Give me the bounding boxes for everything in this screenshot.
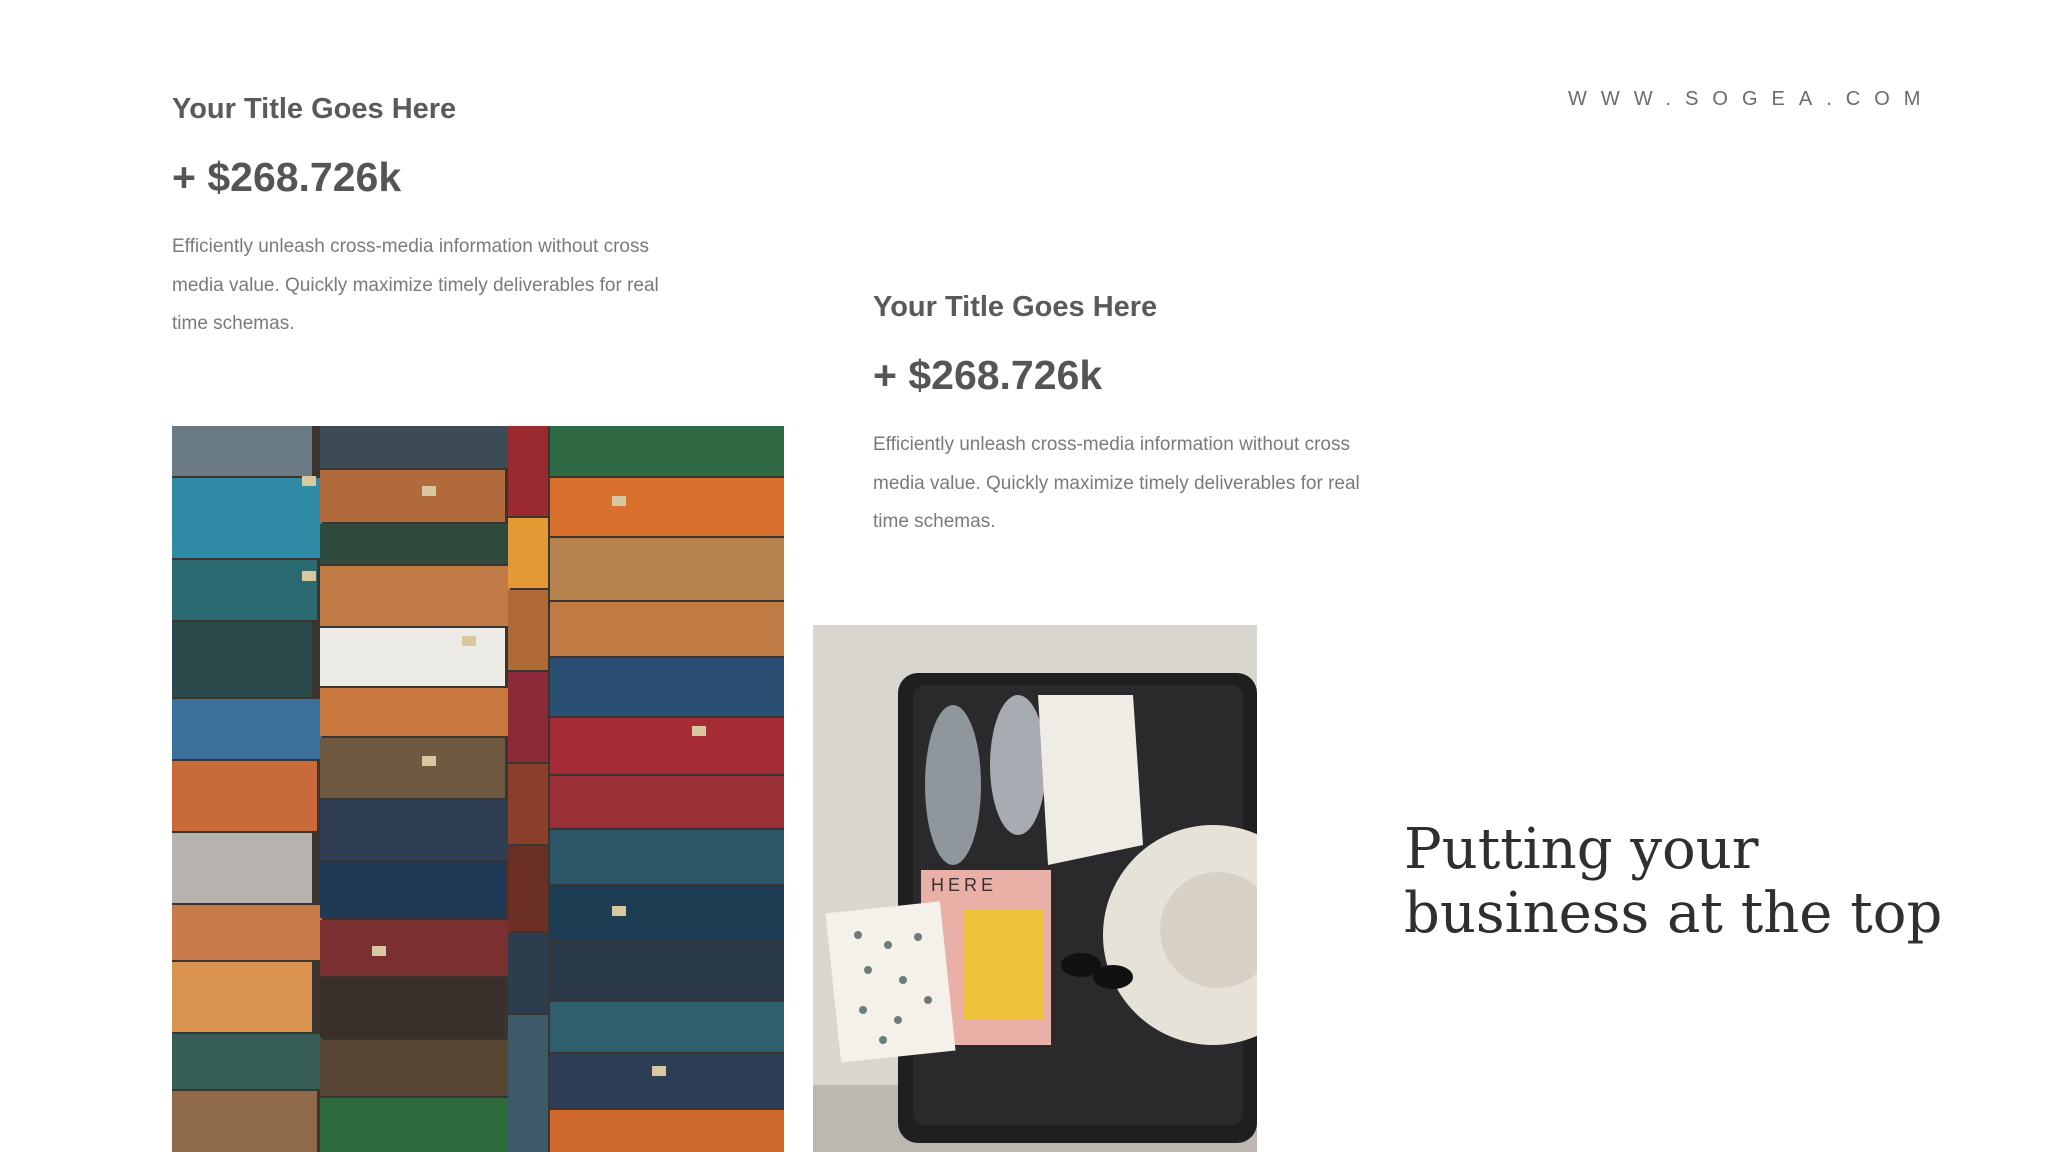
suitcase-column-right <box>550 426 784 1152</box>
luggage-stack-image <box>172 426 784 1152</box>
stat-block-1: Your Title Goes Here + $268.726k Efficie… <box>172 88 732 344</box>
packed-suitcase-photo: HERE <box>813 625 1257 1152</box>
headline: Putting your business at the top <box>1404 818 2004 946</box>
stat-description: Efficiently unleash cross-media informat… <box>172 236 659 334</box>
headline-line-2: business at the top <box>1404 881 1943 946</box>
headline-line-1: Putting your <box>1404 817 1759 882</box>
luggage-stack-photo <box>172 426 784 1152</box>
stat-block-2: Your Title Goes Here + $268.726k Efficie… <box>873 286 1433 542</box>
box-label-text: HERE <box>931 875 997 895</box>
packed-suitcase-image: HERE <box>813 625 1257 1152</box>
suitcase-column-left <box>172 426 322 1152</box>
stat-description: Efficiently unleash cross-media informat… <box>873 434 1360 532</box>
stat-title: Your Title Goes Here <box>172 93 457 125</box>
stat-value: + $268.726k <box>873 352 1103 398</box>
stat-title: Your Title Goes Here <box>873 291 1158 323</box>
website-url: WWW.SOGEA.COM <box>1568 88 1935 110</box>
stat-value: + $268.726k <box>172 154 402 200</box>
suitcase-column-narrow <box>508 426 548 1152</box>
suitcase-column-center <box>320 426 515 1152</box>
